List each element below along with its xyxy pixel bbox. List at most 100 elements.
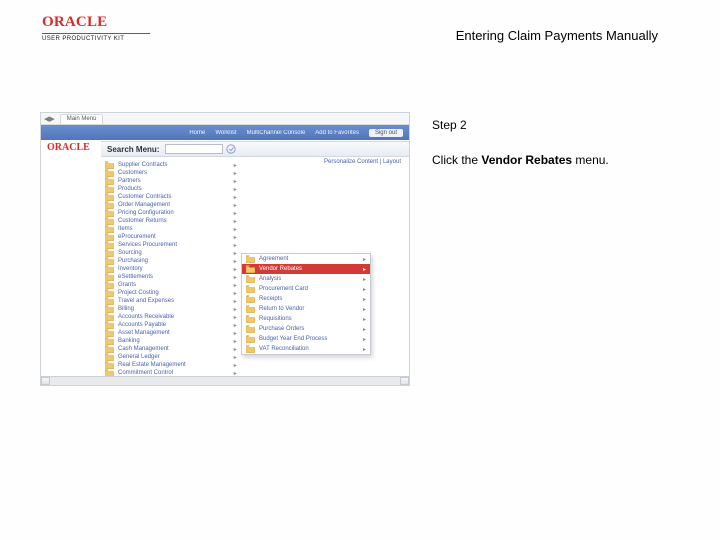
- menu-item-label: Grants: [118, 282, 136, 288]
- submenu-item[interactable]: Receipts▸: [242, 294, 370, 304]
- menu-item-label: Purchasing: [118, 258, 148, 264]
- scroll-left-button[interactable]: [41, 377, 50, 385]
- menu-item[interactable]: Order Management▸: [105, 201, 237, 209]
- menu-item[interactable]: Excise and Sales Tax▸: [105, 385, 237, 386]
- signout-button[interactable]: Sign out: [369, 129, 403, 137]
- menu-item[interactable]: Pricing Configuration ▸: [105, 209, 237, 217]
- submenu-panel: Agreement▸Vendor Rebates▸Analysis▸Procur…: [241, 253, 371, 355]
- chevron-right-icon: ▸: [363, 296, 366, 303]
- menu-item[interactable]: Banking ▸: [105, 337, 237, 345]
- menu-item[interactable]: Customer Returns ▸: [105, 217, 237, 225]
- browser-tab[interactable]: Main Menu: [60, 114, 104, 124]
- submenu-item[interactable]: Requisitions▸: [242, 314, 370, 324]
- submenu-item-label: Purchase Orders: [259, 326, 359, 332]
- chevron-right-icon: ▸: [363, 256, 366, 263]
- submenu-item-label: Analysis: [259, 276, 359, 282]
- folder-icon: [105, 321, 114, 329]
- nav-home[interactable]: Home: [189, 130, 205, 136]
- submenu-item-highlighted[interactable]: Vendor Rebates▸: [242, 264, 370, 274]
- chevron-right-icon: ▸: [190, 242, 237, 249]
- nav-mcc[interactable]: MultiChannel Console: [247, 130, 306, 136]
- menu-item[interactable]: Services Procurement ▸: [105, 241, 237, 249]
- submenu-item[interactable]: Analysis ▸: [242, 274, 370, 284]
- menu-item[interactable]: Purchasing▸: [105, 257, 237, 265]
- menu-item-label: Pricing Configuration: [118, 210, 174, 216]
- menu-item[interactable]: eSettlements▸: [105, 273, 237, 281]
- menu-item-label: Items: [118, 226, 133, 232]
- menu-item[interactable]: Project Costing▸: [105, 289, 237, 297]
- menu-item[interactable]: Customer Contracts▸: [105, 193, 237, 201]
- menu-item[interactable]: Customers▸: [105, 169, 237, 177]
- menu-item-label: Products: [118, 186, 142, 192]
- submenu-item[interactable]: Budget Year End Process▸: [242, 334, 370, 344]
- menu-item[interactable]: Sourcing ▸: [105, 249, 237, 257]
- oracle-mini-logo: ORACLE: [47, 142, 90, 153]
- menu-item[interactable]: Products ▸: [105, 185, 237, 193]
- menu-item[interactable]: Travel and Expenses▸: [105, 297, 237, 305]
- menu-item-label: Services Procurement: [118, 242, 177, 248]
- nav-arrows-icon: ◀ ▶: [44, 115, 54, 123]
- menu-item[interactable]: Accounts Payable▸: [105, 321, 237, 329]
- menu-item[interactable]: Accounts Receivable ▸: [105, 313, 237, 321]
- chevron-right-icon: ▸: [190, 314, 237, 321]
- menu-item-label: General Ledger: [118, 354, 160, 360]
- submenu-item-label: Requisitions: [259, 316, 359, 322]
- app-brand: ORACLE: [41, 141, 99, 159]
- search-go-icon[interactable]: [225, 143, 237, 155]
- step-text-pre: Click the: [432, 153, 481, 167]
- folder-icon: [105, 297, 114, 305]
- menu-item-label: Inventory: [118, 266, 143, 272]
- menu-item[interactable]: Partners▸: [105, 177, 237, 185]
- menu-item[interactable]: Grants ▸: [105, 281, 237, 289]
- menu-item[interactable]: Cash Management▸: [105, 345, 237, 353]
- menu-item[interactable]: Inventory▸: [105, 265, 237, 273]
- menu-item-label: Supplier Contracts: [118, 162, 167, 168]
- step-text-bold: Vendor Rebates: [481, 153, 572, 167]
- folder-icon: [246, 275, 255, 283]
- scroll-right-button[interactable]: [400, 377, 409, 385]
- chevron-right-icon: ▸: [190, 338, 237, 345]
- menu-item[interactable]: Billing▸: [105, 305, 237, 313]
- folder-icon: [246, 325, 255, 333]
- nav-favorites[interactable]: Add to Favorites: [315, 130, 359, 136]
- menu-item[interactable]: eProcurement▸: [105, 233, 237, 241]
- menu-item-label: Customer Returns: [118, 218, 167, 224]
- menu-item-label: Accounts Receivable: [118, 314, 174, 320]
- chevron-right-icon: ▸: [190, 210, 237, 217]
- menu-item[interactable]: General Ledger▸: [105, 353, 237, 361]
- submenu-item[interactable]: Agreement▸: [242, 254, 370, 264]
- folder-icon: [246, 335, 255, 343]
- folder-icon: [105, 241, 114, 249]
- folder-icon: [105, 337, 114, 345]
- submenu-item[interactable]: Return to Vendor▸: [242, 304, 370, 314]
- oracle-logo: ORACLE: [42, 14, 172, 31]
- menu-item-label: Sourcing: [118, 250, 142, 256]
- chevron-right-icon: ▸: [190, 322, 237, 329]
- submenu-item[interactable]: Purchase Orders▸: [242, 324, 370, 334]
- folder-icon: [246, 345, 255, 353]
- menu-item-label: Order Management: [118, 202, 170, 208]
- nav-worklist[interactable]: Worklist: [215, 130, 236, 136]
- menu-item-label: Banking: [118, 338, 140, 344]
- chevron-right-icon: ▸: [190, 218, 237, 225]
- submenu-item[interactable]: Procurement Card▸: [242, 284, 370, 294]
- menu-item[interactable]: Supplier Contracts▸: [105, 161, 237, 169]
- submenu-item[interactable]: VAT Reconciliation▸: [242, 344, 370, 354]
- menu-item[interactable]: Real Estate Management▸: [105, 361, 237, 369]
- main-menu: Supplier Contracts▸Customers▸Partners▸Pr…: [105, 161, 237, 386]
- chevron-right-icon: ▸: [363, 276, 366, 283]
- h-scrollbar[interactable]: [41, 376, 409, 385]
- folder-icon: [105, 329, 114, 337]
- personalize-link[interactable]: Personalize Content | Layout: [324, 159, 401, 165]
- menu-item[interactable]: Items▸: [105, 225, 237, 233]
- chevron-right-icon: ▸: [190, 282, 237, 289]
- folder-icon: [105, 233, 114, 241]
- chevron-right-icon: ▸: [190, 250, 237, 257]
- search-input[interactable]: [165, 144, 223, 154]
- chevron-right-icon: ▸: [190, 186, 237, 193]
- folder-icon: [246, 295, 255, 303]
- chevron-right-icon: ▸: [363, 306, 366, 313]
- menu-item[interactable]: Asset Management▸: [105, 329, 237, 337]
- chevron-right-icon: ▸: [190, 306, 237, 313]
- submenu-item-label: Procurement Card: [259, 286, 359, 292]
